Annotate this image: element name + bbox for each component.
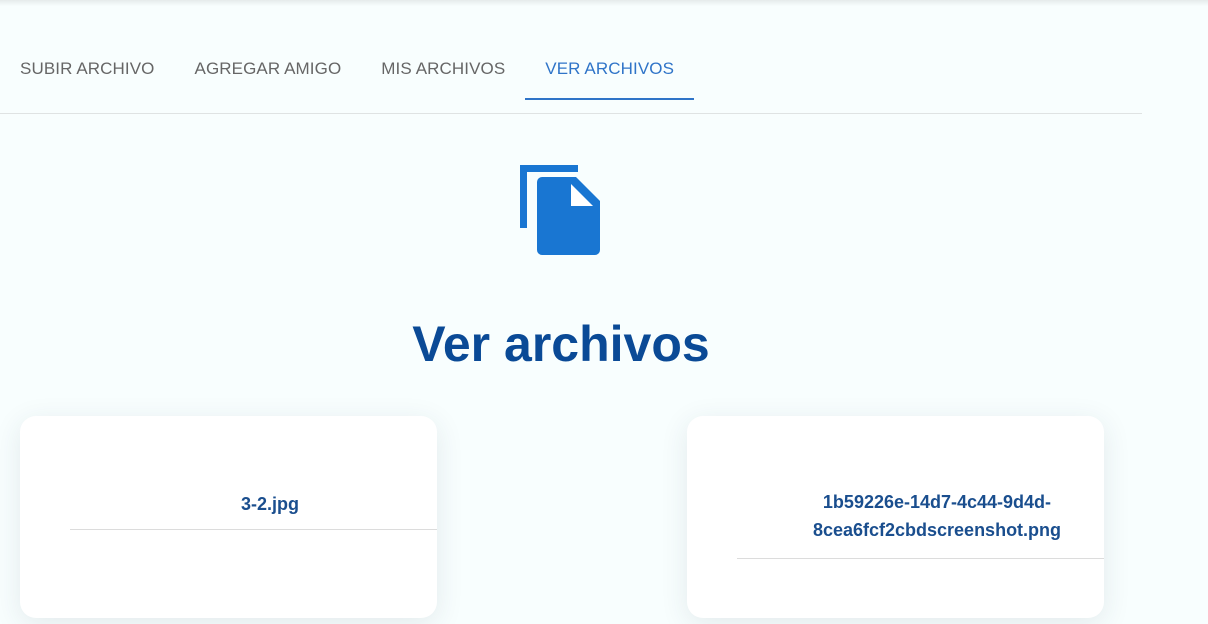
top-shadow xyxy=(0,0,1208,6)
card-divider xyxy=(70,529,437,530)
file-copy-icon xyxy=(518,162,602,258)
tab-ver-archivos[interactable]: VER ARCHIVOS xyxy=(525,40,695,100)
card-divider xyxy=(737,558,1104,559)
tab-bar: SUBIR ARCHIVO AGREGAR AMIGO MIS ARCHIVOS… xyxy=(0,40,1142,114)
page-title: Ver archivos xyxy=(412,316,710,372)
file-card[interactable]: 3-2.jpg xyxy=(20,416,437,618)
tab-agregar-amigo[interactable]: AGREGAR AMIGO xyxy=(175,40,362,100)
tab-subir-archivo[interactable]: SUBIR ARCHIVO xyxy=(0,40,175,100)
file-name-line: 1b59226e-14d7-4c44-9d4d- xyxy=(822,492,1052,512)
file-name-line: 8cea6fcf2cbdscreenshot.png xyxy=(812,520,1062,540)
file-name[interactable]: 3-2.jpg xyxy=(70,490,437,518)
file-name[interactable]: 1b59226e-14d7-4c44-9d4d- 8cea6fcf2cbdscr… xyxy=(737,488,1104,544)
file-card[interactable]: 1b59226e-14d7-4c44-9d4d- 8cea6fcf2cbdscr… xyxy=(687,416,1104,618)
tab-mis-archivos[interactable]: MIS ARCHIVOS xyxy=(361,40,525,100)
